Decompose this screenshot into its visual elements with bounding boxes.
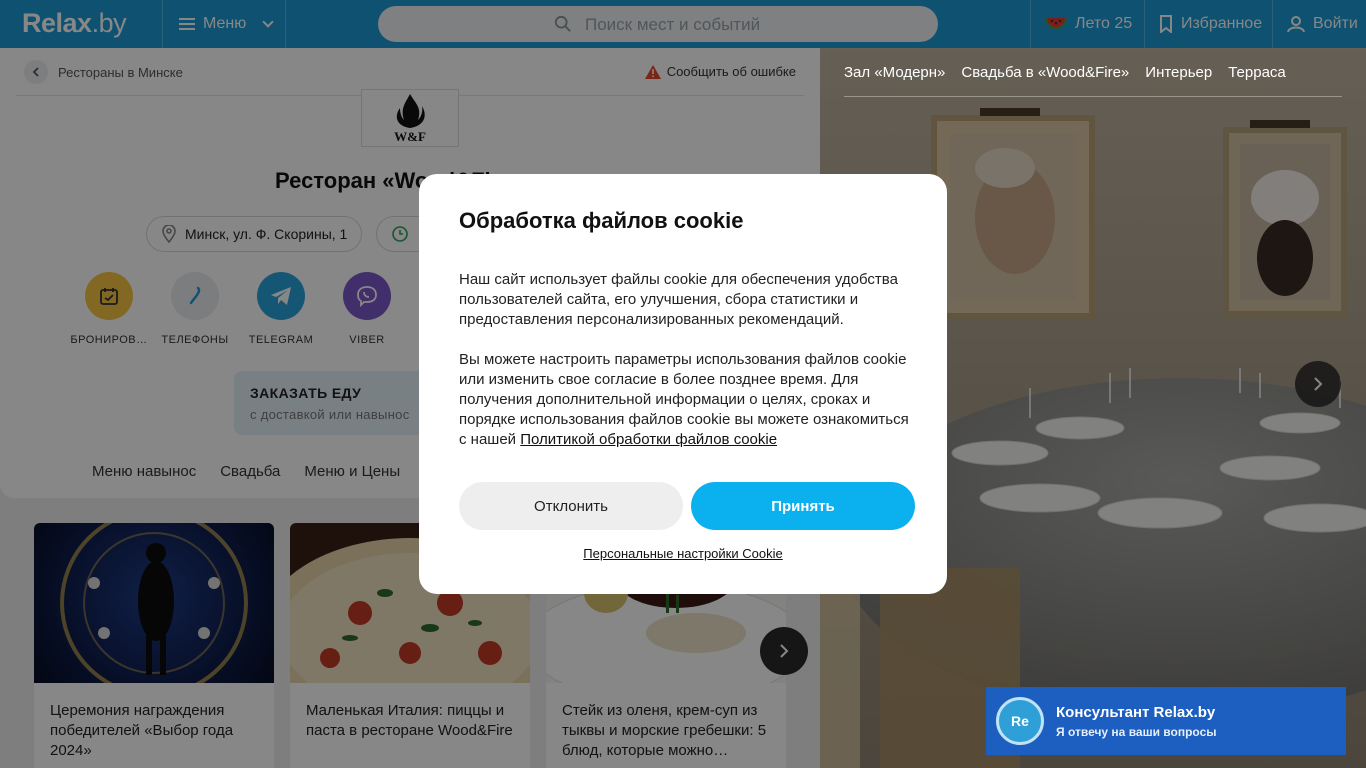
avatar: Re <box>996 697 1044 745</box>
gallery-tab-interior[interactable]: Интерьер <box>1145 64 1212 81</box>
consultant-name: Консультант Relax.by <box>1056 703 1216 721</box>
accept-button[interactable]: Принять <box>691 482 915 530</box>
cookie-settings-description: Вы можете настроить параметры использова… <box>459 350 919 450</box>
decline-button[interactable]: Отклонить <box>459 482 683 530</box>
cookie-dialog: Обработка файлов cookie Наш сайт использ… <box>419 174 947 594</box>
cookie-policy-link[interactable]: Политикой обработки файлов cookie <box>520 431 777 448</box>
divider <box>844 96 1342 97</box>
consultant-subtitle: Я отвечу на ваши вопросы <box>1056 724 1217 739</box>
gallery-tab-modern[interactable]: Зал «Модерн» <box>844 64 945 81</box>
consultant-widget[interactable]: Re Консультант Relax.by Я отвечу на ваши… <box>986 687 1346 755</box>
cookie-settings-link[interactable]: Персональные настройки Cookie <box>419 546 947 561</box>
cookie-description: Наш сайт использует файлы cookie для обе… <box>459 271 898 328</box>
gallery-tabs: Зал «Модерн» Свадьба в «Wood&Fire» Интер… <box>844 64 1286 81</box>
cookie-dialog-title: Обработка файлов cookie <box>459 208 744 233</box>
gallery-tab-wedding[interactable]: Свадьба в «Wood&Fire» <box>961 64 1129 81</box>
gallery-tab-terrace[interactable]: Терраса <box>1228 64 1286 81</box>
